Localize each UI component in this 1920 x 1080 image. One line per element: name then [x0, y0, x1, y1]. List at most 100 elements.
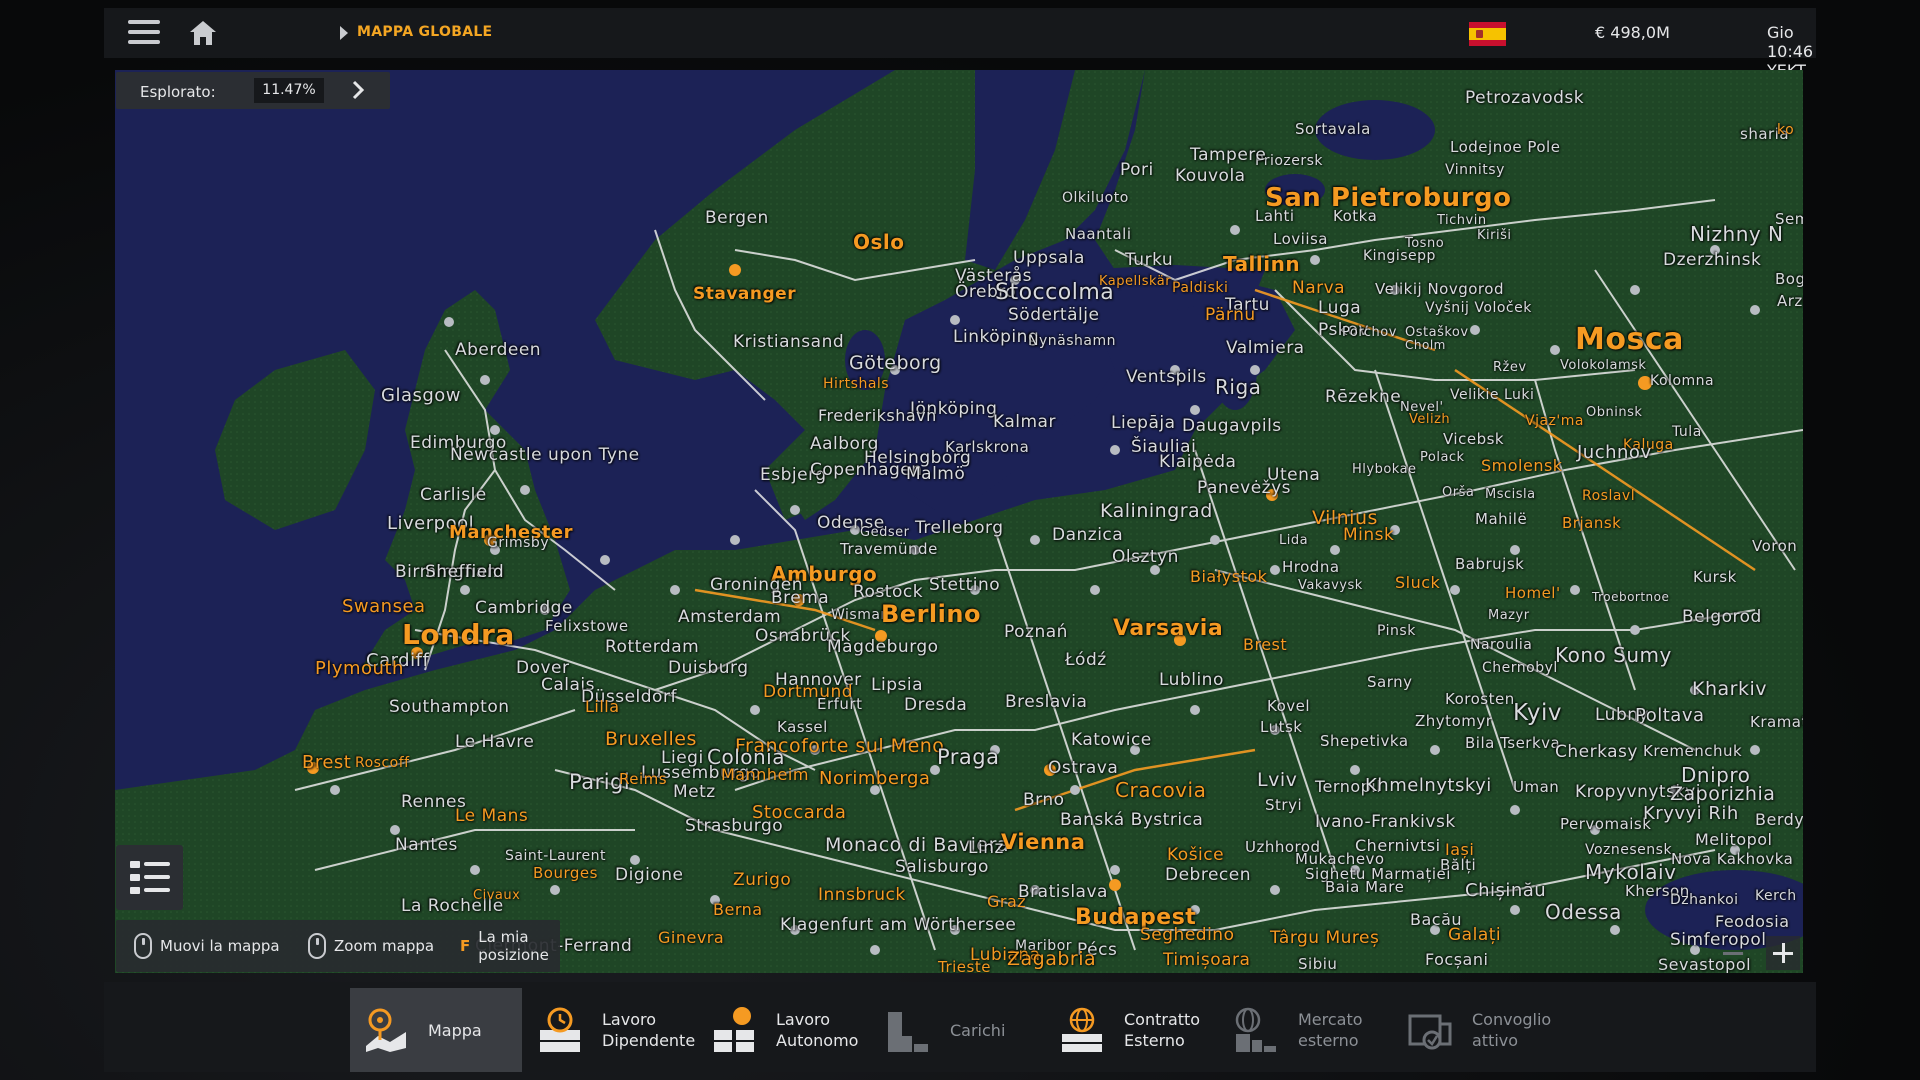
map-label-major: San Pietroburgo [1265, 183, 1512, 213]
map-label: Mykolaiv [1585, 860, 1677, 884]
map-label: Kyiv [1513, 700, 1563, 726]
map-label: Velikij Novgorod [1375, 280, 1504, 298]
map-label: Lutsk [1260, 718, 1303, 736]
key-f-icon: F [460, 937, 471, 955]
map-label: Bogor [1775, 270, 1803, 288]
map-label-major: Innsbruck [818, 885, 906, 905]
nav-external-contract[interactable]: Contratto Esterno [1046, 988, 1218, 1072]
nav-label: Mappa [428, 1020, 482, 1040]
map-label-major: Galați [1448, 925, 1502, 945]
nav-active-convoy[interactable]: Convoglio attivo [1394, 988, 1566, 1072]
cargo-icon [888, 1012, 928, 1052]
map-label: Duisburg [668, 658, 749, 678]
map-label-major: Smolensk [1481, 456, 1563, 475]
map-label-major: Târgu Mureș [1270, 928, 1380, 948]
map-label: Linz [968, 838, 1004, 858]
nav-map[interactable]: Mappa [350, 988, 522, 1072]
map-label-major: Stavanger [693, 284, 797, 304]
map-label: Kaliningrad [1100, 500, 1213, 522]
map-label: Panevėžys [1197, 478, 1291, 498]
map-label: Linköping [953, 327, 1040, 347]
map-label: Uppsala [1013, 248, 1085, 268]
map-label-major: ko [1777, 122, 1795, 138]
map-label: Newcastle upon Tyne [450, 445, 640, 465]
map-label-major: Seghedino [1140, 925, 1235, 945]
map-label: Daugavpils [1182, 416, 1282, 436]
explored-panel: Esplorato: 11.47% [116, 72, 390, 109]
map-label: Aberdeen [455, 340, 542, 360]
map-label: Cambridge [475, 598, 573, 618]
map-legend-button[interactable] [116, 845, 183, 910]
chevron-right-icon[interactable] [348, 80, 368, 100]
map-label: Kalmar [993, 412, 1056, 432]
map-label-major: Reims [619, 770, 668, 788]
map-label: Troebortnoe [1592, 590, 1670, 604]
map-label: Kono Sumy [1555, 643, 1672, 667]
map-label: Valmiera [1226, 338, 1305, 358]
map-label: Voron [1752, 537, 1798, 555]
map-label-major: Roscoff [355, 755, 410, 771]
map-label: Voznesensk [1585, 842, 1673, 858]
nav-freelance-job[interactable]: Lavoro Autonomo [698, 988, 870, 1072]
map-label: Turku [1125, 250, 1174, 270]
map-label-major: Mosca [1575, 322, 1684, 357]
map-label: Nizhny N [1690, 222, 1784, 246]
map-label: Digione [615, 865, 684, 885]
hint-my-position[interactable]: F La mia posizione [460, 920, 554, 972]
map-label-major: Timișoara [1163, 950, 1251, 970]
map-label: Saint-Laurent [505, 848, 606, 864]
map-label-major: Paldiski [1172, 280, 1229, 296]
breadcrumb[interactable]: MAPPA GLOBALE [357, 24, 492, 40]
map-label: Chernivtsi [1355, 836, 1441, 855]
map-label: Loviisa [1273, 230, 1328, 248]
map-label: Kovel [1267, 697, 1311, 715]
map-label: Melitopol [1695, 830, 1773, 849]
map-label: Glasgow [381, 385, 462, 406]
explored-label: Esplorato: [140, 83, 216, 101]
map-label-major: Varsavia [1113, 616, 1224, 641]
map-label: Vicebsk [1443, 430, 1505, 448]
map-label-major: Oslo [853, 230, 905, 254]
map-label: Olkiluoto [1062, 190, 1129, 206]
map-label: Lodejnoe Pole [1450, 138, 1561, 156]
map-label: Volokolamsk [1560, 358, 1647, 373]
world-map[interactable]: Petrozavodsk Sortavala Lodejnoe Pole Pri… [115, 70, 1803, 973]
map-label-major: Bourges [533, 864, 598, 882]
map-label: Southampton [389, 697, 510, 717]
map-label-major: Velizh [1409, 412, 1451, 427]
zoom-in-button[interactable] [1766, 936, 1800, 970]
map-label: Obninsk [1586, 405, 1643, 420]
map-label: Lipsia [871, 675, 923, 695]
map-label-major: Kapellskär [1099, 274, 1172, 289]
map-label-major: Cracovia [1115, 778, 1207, 802]
home-icon[interactable] [188, 19, 218, 47]
map-label-major: Zagabria [1007, 948, 1097, 970]
map-label-major: Lilla [585, 697, 620, 716]
map-label: Kramat [1750, 713, 1803, 731]
map-label-major: Mannheim [721, 765, 809, 784]
map-label-major: Plymouth [315, 658, 404, 679]
map-label: Södertälje [1008, 305, 1100, 325]
map-label: Kolomna [1650, 373, 1715, 389]
map-label: Nynäshamn [1028, 333, 1116, 349]
map-label-major: Bruxelles [605, 728, 697, 750]
zoom-out-button[interactable] [1716, 936, 1750, 970]
map-label: Berdya [1755, 810, 1803, 829]
map-label-major: Košice [1167, 845, 1225, 865]
map-label-major: Pärnu [1205, 305, 1256, 325]
nav-label: Mercato esterno [1298, 1010, 1363, 1050]
map-label-major: Zurigo [733, 870, 792, 890]
hamburger-menu-icon[interactable] [128, 20, 160, 46]
map-label: Rostock [853, 582, 924, 602]
map-label: Salisburgo [895, 857, 989, 877]
map-label: Naroulia [1470, 637, 1533, 653]
hint-zoom-map: Zoom mappa [308, 920, 434, 972]
map-label: Felixstowe [545, 617, 629, 635]
nav-cargo[interactable]: Carichi [872, 988, 1044, 1072]
map-label: Brno [1023, 790, 1065, 810]
map-label: Bratislava [1018, 882, 1108, 902]
nav-external-market[interactable]: Mercato esterno [1220, 988, 1392, 1072]
nav-employee-job[interactable]: Lavoro Dipendente [524, 988, 696, 1072]
map-label: Kouvola [1175, 166, 1246, 186]
map-label: Brema [771, 588, 830, 608]
